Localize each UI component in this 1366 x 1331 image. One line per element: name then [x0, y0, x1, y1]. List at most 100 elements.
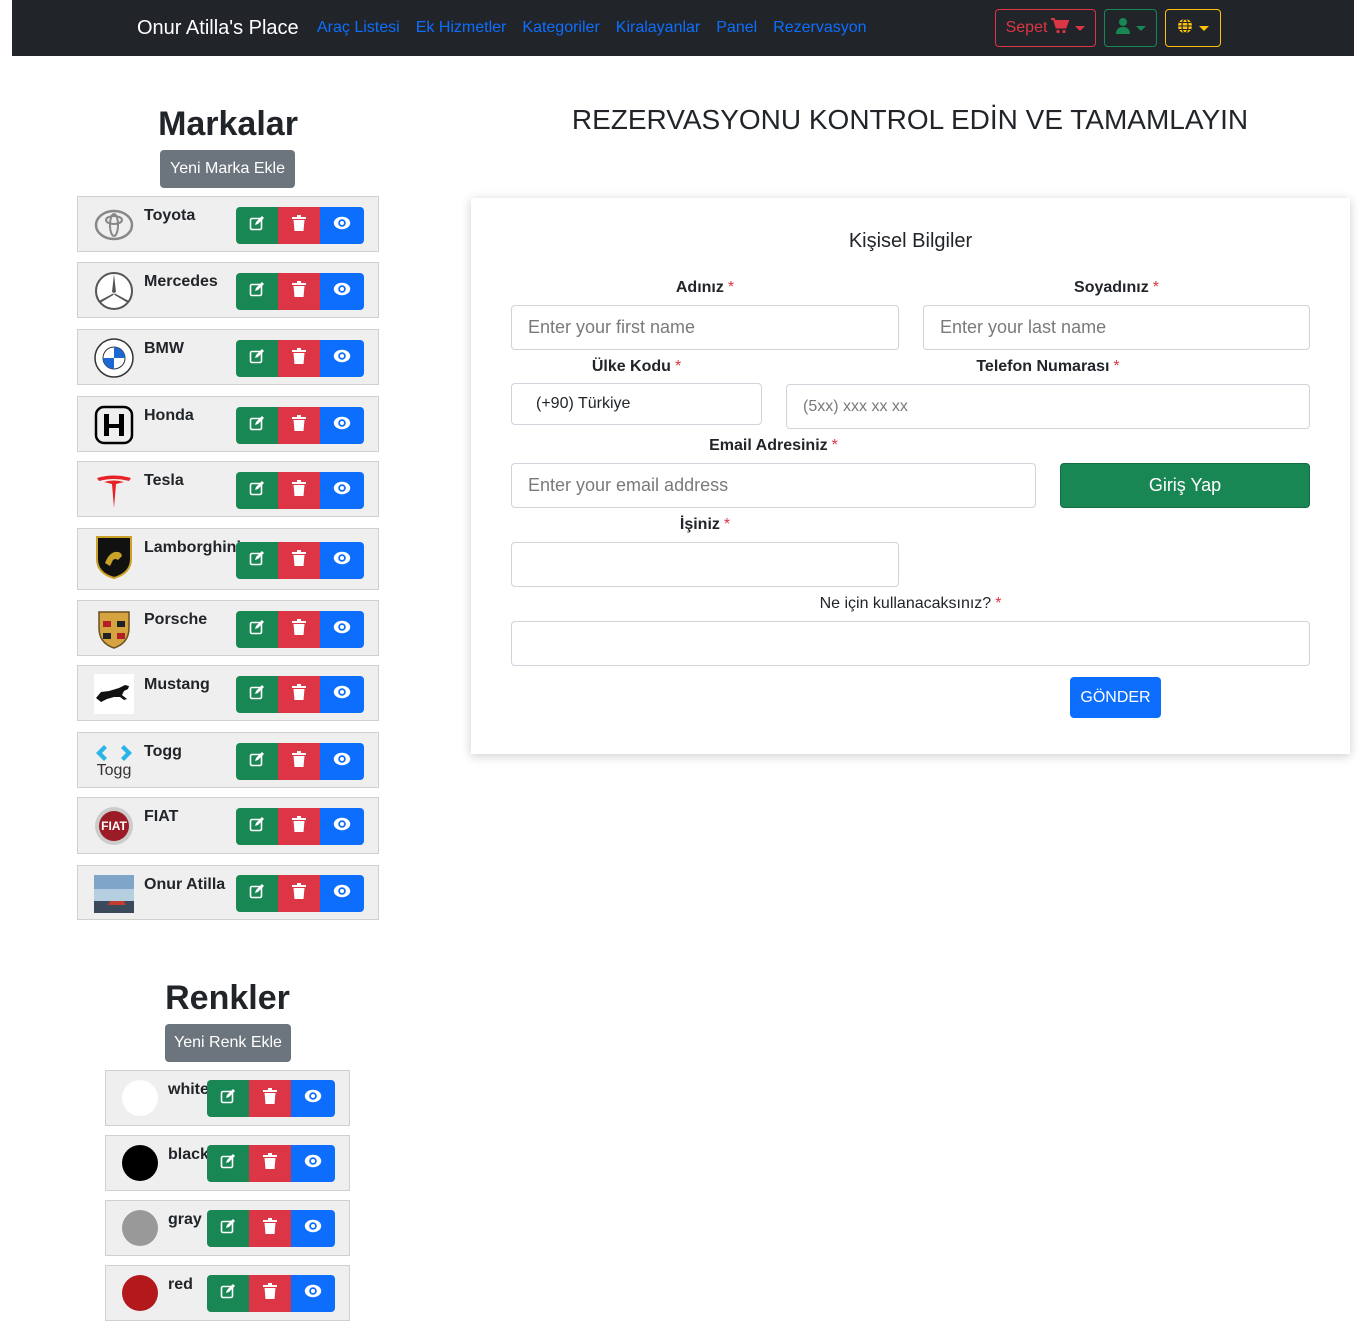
view-button[interactable]: [320, 808, 364, 845]
trash-icon: [292, 816, 306, 837]
login-button[interactable]: Giriş Yap: [1060, 463, 1310, 508]
color-swatch: [122, 1210, 158, 1246]
trash-icon: [292, 883, 306, 904]
delete-button[interactable]: [278, 875, 320, 912]
nav-link-panel[interactable]: Panel: [716, 19, 757, 37]
color-actions: [207, 1080, 335, 1117]
view-button[interactable]: [291, 1080, 335, 1117]
nav-link-kategoriler[interactable]: Kategoriler: [522, 19, 599, 37]
first-name-label-text: Adınız: [675, 279, 724, 296]
cart-icon: [1051, 17, 1070, 39]
delete-button[interactable]: [278, 542, 320, 579]
view-button[interactable]: [291, 1275, 335, 1312]
phone-input[interactable]: [786, 384, 1310, 429]
brand-card: Tesla: [77, 461, 379, 517]
edit-button[interactable]: [236, 472, 278, 509]
bmw-logo: [94, 338, 134, 378]
country-code-select[interactable]: (+90) Türkiye: [511, 383, 762, 425]
delete-button[interactable]: [278, 207, 320, 244]
delete-button[interactable]: [278, 407, 320, 444]
last-name-input[interactable]: [923, 305, 1310, 350]
edit-button[interactable]: [236, 207, 278, 244]
navbar-brand[interactable]: Onur Atilla's Place: [137, 17, 299, 40]
delete-button[interactable]: [278, 340, 320, 377]
trash-icon: [292, 751, 306, 772]
edit-button[interactable]: [236, 542, 278, 579]
trash-icon: [292, 480, 306, 501]
edit-icon: [220, 1283, 236, 1304]
email-input[interactable]: [511, 463, 1036, 508]
edit-button[interactable]: [207, 1145, 249, 1182]
brand-card: Porsche: [77, 600, 379, 656]
job-input[interactable]: [511, 542, 899, 587]
togg-logo: Togg: [94, 741, 134, 781]
eye-icon: [333, 416, 351, 435]
edit-icon: [220, 1153, 236, 1174]
language-dropdown-button[interactable]: [1165, 9, 1221, 47]
purpose-input[interactable]: [511, 621, 1310, 666]
brand-actions: [236, 542, 364, 579]
view-button[interactable]: [320, 273, 364, 310]
cart-dropdown-button[interactable]: Sepet: [995, 9, 1096, 47]
brand-actions: [236, 273, 364, 310]
view-button[interactable]: [320, 743, 364, 780]
phone-label: Telefon Numarası *: [786, 358, 1310, 376]
delete-button[interactable]: [249, 1210, 291, 1247]
reservation-form-card: Kişisel Bilgiler Adınız* Soyadınız* Ülke…: [471, 198, 1350, 754]
delete-button[interactable]: [249, 1145, 291, 1182]
globe-icon: [1177, 17, 1193, 39]
first-name-input[interactable]: [511, 305, 899, 350]
view-button[interactable]: [291, 1145, 335, 1182]
user-dropdown-button[interactable]: [1104, 9, 1157, 47]
view-button[interactable]: [320, 611, 364, 648]
view-button[interactable]: [320, 340, 364, 377]
view-button[interactable]: [291, 1210, 335, 1247]
delete-button[interactable]: [249, 1275, 291, 1312]
required-mark: *: [727, 279, 735, 296]
delete-button[interactable]: [278, 472, 320, 509]
eye-icon: [304, 1154, 322, 1173]
brand-card: FIAT FIAT: [77, 797, 379, 854]
brand-card: Toyota: [77, 196, 379, 252]
edit-button[interactable]: [236, 676, 278, 713]
view-button[interactable]: [320, 207, 364, 244]
nav-link-arac-listesi[interactable]: Araç Listesi: [317, 19, 400, 37]
photo-thumbnail: [94, 874, 134, 914]
nav-link-kiralayanlar[interactable]: Kiralayanlar: [616, 19, 700, 37]
add-color-button[interactable]: Yeni Renk Ekle: [165, 1024, 291, 1062]
edit-icon: [249, 281, 265, 302]
delete-button[interactable]: [249, 1080, 291, 1117]
edit-button[interactable]: [236, 340, 278, 377]
color-name: white: [168, 1081, 209, 1098]
view-button[interactable]: [320, 472, 364, 509]
required-mark: *: [723, 516, 731, 533]
brand-actions: [236, 875, 364, 912]
delete-button[interactable]: [278, 676, 320, 713]
edit-button[interactable]: [236, 273, 278, 310]
delete-button[interactable]: [278, 743, 320, 780]
view-button[interactable]: [320, 407, 364, 444]
eye-icon: [333, 551, 351, 570]
view-button[interactable]: [320, 676, 364, 713]
edit-button[interactable]: [236, 875, 278, 912]
nav-link-rezervasyon[interactable]: Rezervasyon: [773, 19, 866, 37]
edit-button[interactable]: [207, 1210, 249, 1247]
edit-button[interactable]: [207, 1275, 249, 1312]
submit-button[interactable]: GÖNDER: [1070, 677, 1161, 718]
lamborghini-logo: [94, 536, 134, 579]
edit-button[interactable]: [236, 611, 278, 648]
delete-button[interactable]: [278, 273, 320, 310]
brand-actions: [236, 808, 364, 845]
edit-icon: [249, 816, 265, 837]
edit-button[interactable]: [236, 743, 278, 780]
edit-button[interactable]: [236, 808, 278, 845]
edit-button[interactable]: [207, 1080, 249, 1117]
view-button[interactable]: [320, 542, 364, 579]
edit-button[interactable]: [236, 407, 278, 444]
nav-link-ek-hizmetler[interactable]: Ek Hizmetler: [416, 19, 507, 37]
chevron-down-icon: [1135, 25, 1146, 31]
view-button[interactable]: [320, 875, 364, 912]
delete-button[interactable]: [278, 808, 320, 845]
add-brand-button[interactable]: Yeni Marka Ekle: [160, 150, 295, 188]
delete-button[interactable]: [278, 611, 320, 648]
